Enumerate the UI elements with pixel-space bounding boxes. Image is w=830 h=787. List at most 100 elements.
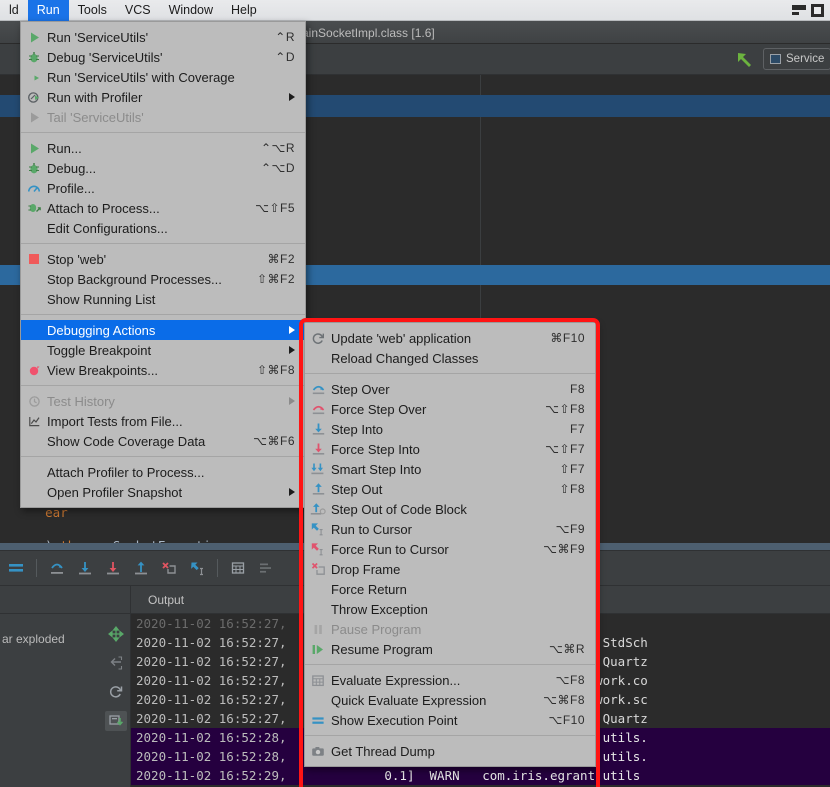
menu-item-show-code-coverage-data[interactable]: Show Code Coverage Data ⌥⌘F6 (21, 431, 305, 451)
menu-item-attach-profiler-to-process[interactable]: Attach Profiler to Process... (21, 462, 305, 482)
menu-item-open-profiler-snapshot[interactable]: Open Profiler Snapshot (21, 482, 305, 502)
step-out-of-code-block-icon (305, 499, 331, 519)
no-icon (305, 690, 331, 710)
submenu-item-evaluate-expression[interactable]: Evaluate Expression... ⌥F8 (305, 670, 595, 690)
force-step-into-button[interactable] (100, 555, 126, 581)
submenu-item-show-execution-point[interactable]: Show Execution Point ⌥F10 (305, 710, 595, 730)
menu-item-label: Import Tests from File... (47, 414, 283, 429)
submenu-item-run-to-cursor[interactable]: Run to Cursor ⌥F9 (305, 519, 595, 539)
debugging-actions-submenu[interactable]: Update 'web' application ⌘F10 Reload Cha… (304, 322, 596, 767)
step-over-button[interactable] (44, 555, 70, 581)
menu-item-accel: ⌃D (263, 50, 295, 64)
menu-item-debug-serviceutils[interactable]: Debug 'ServiceUtils' ⌃D (21, 47, 305, 67)
menu-item-accel: ⇧⌘F2 (245, 272, 295, 286)
submenu-item-throw-exception[interactable]: Throw Exception (305, 599, 595, 619)
editor-tab-title[interactable]: ainSocketImpl.class [1.6] (302, 22, 435, 44)
menu-item-debug[interactable]: Debug... ⌃⌥D (21, 158, 305, 178)
step-into-icon (305, 419, 331, 439)
submenu-item-label: Force Run to Cursor (331, 542, 531, 557)
submenu-item-label: Smart Step Into (331, 462, 547, 477)
menu-item-import-tests-from-file[interactable]: Import Tests from File... (21, 411, 305, 431)
force-run-to-cursor-icon (305, 539, 331, 559)
menu-separator (21, 243, 305, 244)
menu-item-label: Run with Profiler (47, 90, 285, 105)
menu-item-edit-configurations[interactable]: Edit Configurations... (21, 218, 305, 238)
menu-run[interactable]: Run (28, 0, 69, 21)
submenu-item-label: Show Execution Point (331, 713, 536, 728)
submenu-item-step-over[interactable]: Step Over F8 (305, 379, 595, 399)
menu-item-stop-background-processes[interactable]: Stop Background Processes... ⇧⌘F2 (21, 269, 305, 289)
menu-item-run-with-coverage[interactable]: Run 'ServiceUtils' with Coverage (21, 67, 305, 87)
show-execution-point-button[interactable] (3, 555, 29, 581)
menu-item-label: Tail 'ServiceUtils' (47, 110, 283, 125)
menu-tools[interactable]: Tools (69, 0, 116, 21)
refresh-icon[interactable] (105, 682, 127, 702)
coverage-icon (21, 67, 47, 87)
submenu-item-quick-evaluate-expression[interactable]: Quick Evaluate Expression ⌥⌘F8 (305, 690, 595, 710)
menu-help[interactable]: Help (222, 0, 266, 21)
menu-item-label: Attach Profiler to Process... (47, 465, 283, 480)
menu-vcs[interactable]: VCS (116, 0, 160, 21)
import-arrow-icon[interactable] (105, 653, 127, 673)
menu-item-label: Profile... (47, 181, 283, 196)
menu-item-run-serviceutils[interactable]: Run 'ServiceUtils' ⌃R (21, 27, 305, 47)
submenu-item-label: Quick Evaluate Expression (331, 693, 531, 708)
menu-item-run[interactable]: Run... ⌃⌥R (21, 138, 305, 158)
no-icon (21, 320, 47, 340)
submenu-item-get-thread-dump[interactable]: Get Thread Dump (305, 741, 595, 761)
run-to-cursor-button[interactable] (184, 555, 210, 581)
no-icon (21, 482, 47, 502)
submenu-item-force-run-to-cursor[interactable]: Force Run to Cursor ⌥⌘F9 (305, 539, 595, 559)
submenu-item-label: Pause Program (331, 622, 573, 637)
menu-item-profile[interactable]: Profile... (21, 178, 305, 198)
no-icon (21, 340, 47, 360)
run-menu-dropdown[interactable]: Run 'ServiceUtils' ⌃R Debug 'ServiceUtil… (20, 21, 306, 508)
menu-item-accel: ⌃R (263, 30, 295, 44)
menu-item-stop-web[interactable]: Stop 'web' ⌘F2 (21, 249, 305, 269)
run-to-cursor-icon (305, 519, 331, 539)
submenu-item-reload-changed-classes[interactable]: Reload Changed Classes (305, 348, 595, 368)
menu-item-run-with-profiler[interactable]: Run with Profiler (21, 87, 305, 107)
import-tests-icon (21, 411, 47, 431)
menu-item-label: Run 'ServiceUtils' (47, 30, 263, 45)
menu-item-debugging-actions[interactable]: Debugging Actions (21, 320, 305, 340)
chevron-right-icon (289, 488, 295, 496)
no-icon (21, 462, 47, 482)
rerun-arrows-icon[interactable] (105, 624, 127, 644)
step-into-button[interactable] (72, 555, 98, 581)
scroll-to-end-icon[interactable] (105, 711, 127, 731)
submenu-item-update-web-application[interactable]: Update 'web' application ⌘F10 (305, 328, 595, 348)
submenu-item-smart-step-into[interactable]: Smart Step Into ⇧F7 (305, 459, 595, 479)
run-arrow-icon[interactable] (735, 51, 755, 69)
layout-settings-button[interactable] (253, 555, 279, 581)
submenu-item-label: Force Step Into (331, 442, 533, 457)
menu-separator (21, 314, 305, 315)
menu-item-attach-to-process[interactable]: Attach to Process... ⌥⇧F5 (21, 198, 305, 218)
submenu-item-force-step-into[interactable]: Force Step Into ⌥⇧F7 (305, 439, 595, 459)
menu-window[interactable]: Window (160, 0, 222, 21)
submenu-item-step-into[interactable]: Step Into F7 (305, 419, 595, 439)
submenu-item-drop-frame[interactable]: Drop Frame (305, 559, 595, 579)
menu-build[interactable]: ld (0, 0, 28, 21)
stop-red-square-icon (21, 249, 47, 269)
submenu-item-resume-program[interactable]: Resume Program ⌥⌘R (305, 639, 595, 659)
menu-separator (21, 132, 305, 133)
screen-layout-icon (791, 4, 807, 17)
run-green-triangle-icon (21, 138, 47, 158)
submenu-item-force-step-over[interactable]: Force Step Over ⌥⇧F8 (305, 399, 595, 419)
submenu-item-force-return[interactable]: Force Return (305, 579, 595, 599)
menu-item-show-running-list[interactable]: Show Running List (21, 289, 305, 309)
submenu-item-step-out-of-code-block[interactable]: Step Out of Code Block (305, 499, 595, 519)
evaluate-expression-button[interactable] (225, 555, 251, 581)
no-icon (305, 599, 331, 619)
drop-frame-button[interactable] (156, 555, 182, 581)
battery-icon (811, 4, 827, 17)
submenu-item-step-out[interactable]: Step Out ⇧F8 (305, 479, 595, 499)
step-out-button[interactable] (128, 555, 154, 581)
resume-icon (305, 639, 331, 659)
menu-item-view-breakpoints[interactable]: View Breakpoints... ⇧⌘F8 (21, 360, 305, 380)
service-selector-chip[interactable]: Service (763, 48, 830, 70)
menu-item-toggle-breakpoint[interactable]: Toggle Breakpoint (21, 340, 305, 360)
submenu-item-accel: ⌥⇧F8 (533, 402, 585, 416)
chevron-right-icon (289, 326, 295, 334)
